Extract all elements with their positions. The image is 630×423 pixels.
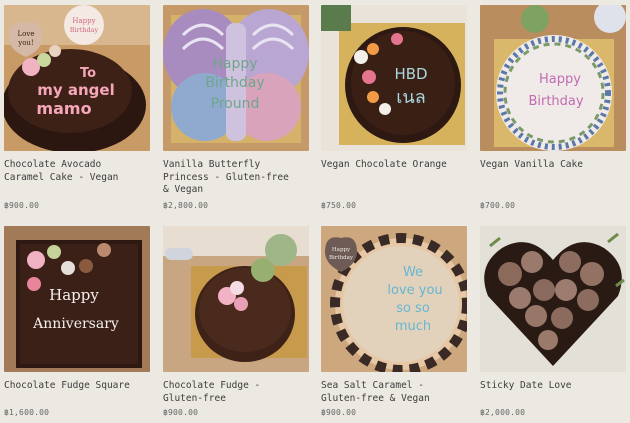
cake-writing: Pround <box>211 96 260 112</box>
round-topper-text: Birthday <box>70 26 99 34</box>
cake-writing: Happy <box>539 72 581 87</box>
cake-writing: Birthday <box>528 94 583 109</box>
product-image[interactable]: Happy Anniversary <box>4 226 150 372</box>
cake-writing: my angel <box>37 81 114 99</box>
cake-writing: love you <box>387 283 442 298</box>
product-title[interactable]: Vanilla Butterfly Princess - Gluten-free… <box>163 159 323 197</box>
product-title[interactable]: Sticky Date Love <box>480 380 630 393</box>
cake-writing: Birthday <box>205 75 264 91</box>
product-price: ฿750.00 <box>321 201 357 210</box>
product-image[interactable]: Love you! Happy Birthday To my angel mam… <box>4 5 150 151</box>
product-price: ฿700.00 <box>480 201 516 210</box>
heart-topper-text: you! <box>17 39 34 47</box>
product-image[interactable]: Happy Birthday We love you so so much <box>321 226 467 372</box>
product-title[interactable]: Vegan Chocolate Orange <box>321 159 481 172</box>
product-price: ฿900.00 <box>321 408 357 417</box>
product-title[interactable]: Sea Salt Caramel - Gluten-free & Vegan <box>321 380 481 405</box>
cake-writing: HBD <box>394 65 427 83</box>
cake-writing: mamo <box>36 99 91 118</box>
cake-writing: To <box>80 66 96 81</box>
cake-writing: much <box>395 319 431 334</box>
product-image[interactable] <box>163 226 309 372</box>
cake-writing: Happy <box>212 56 257 72</box>
product-price: ฿900.00 <box>4 201 40 210</box>
product-image[interactable]: Happy Birthday <box>480 5 626 151</box>
cake-writing: Anniversary <box>32 316 119 332</box>
round-topper-text: Happy <box>72 17 95 25</box>
product-title[interactable]: Chocolate Fudge - Gluten-free <box>163 380 323 405</box>
cake-writing: Happy <box>49 286 99 304</box>
product-title[interactable]: Chocolate Fudge Square <box>4 380 164 393</box>
product-price: ฿2,800.00 <box>163 201 209 210</box>
product-image[interactable]: HBD เนล <box>321 5 467 151</box>
product-price: ฿900.00 <box>163 408 199 417</box>
heart-topper-text: Love <box>18 30 35 38</box>
product-image[interactable]: Happy Birthday Pround <box>163 5 309 151</box>
product-title[interactable]: Vegan Vanilla Cake <box>480 159 630 172</box>
cake-writing: We <box>403 265 423 280</box>
heart-topper-text: Happy <box>332 247 351 253</box>
cake-writing: so so <box>396 301 430 316</box>
cake-writing: เนล <box>396 87 426 108</box>
product-image[interactable] <box>480 226 626 372</box>
heart-topper-text: Birthday <box>329 255 354 261</box>
product-title[interactable]: Chocolate Avocado Caramel Cake - Vegan <box>4 159 164 184</box>
product-price: ฿2,000.00 <box>480 408 526 417</box>
product-price: ฿1,600.00 <box>4 408 50 417</box>
